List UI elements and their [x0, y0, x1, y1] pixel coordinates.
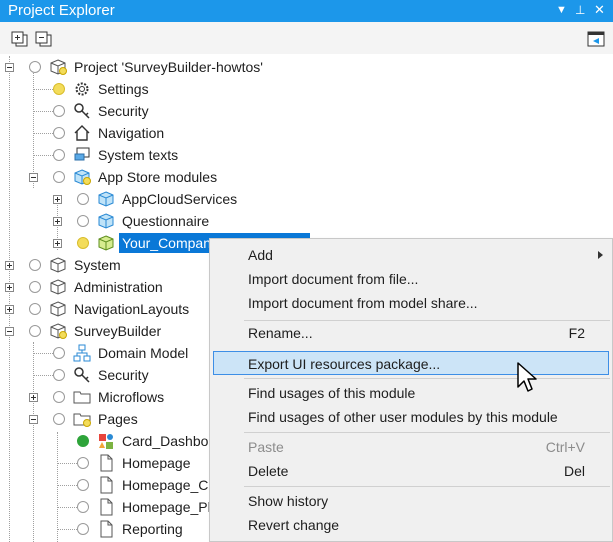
menu-separator: [244, 320, 610, 321]
page-icon: [100, 476, 113, 494]
tree-item-homepage-pho[interactable]: Homepage_Pho: [0, 496, 223, 518]
menu-item-show-history[interactable]: Show history: [213, 490, 609, 512]
status-dot: [29, 281, 41, 293]
gear-icon: [75, 82, 89, 96]
status-dot: [53, 369, 65, 381]
module-box-icon: [50, 257, 66, 273]
status-dot: [29, 325, 41, 337]
panel-title: Project Explorer: [8, 2, 115, 19]
expand-toggle[interactable]: [5, 305, 14, 314]
expand-toggle[interactable]: [53, 195, 62, 204]
expand-toggle[interactable]: [5, 261, 14, 270]
status-dot: [29, 61, 41, 73]
status-dot: [77, 523, 89, 535]
close-icon[interactable]: ✕: [594, 2, 605, 18]
tree-item-security[interactable]: Security: [0, 100, 300, 122]
submenu-arrow-icon: [598, 251, 603, 259]
context-menu: Add Import document from file... Import …: [209, 238, 613, 542]
status-dot: [29, 259, 41, 271]
expand-toggle[interactable]: [53, 239, 62, 248]
collapse-all-icon[interactable]: [35, 31, 53, 47]
key-icon: [74, 367, 90, 383]
status-dot: [77, 457, 89, 469]
menu-item-rename[interactable]: Rename... F2: [213, 322, 609, 344]
menu-separator: [244, 486, 610, 487]
menu-item-revert-change[interactable]: Revert change: [213, 514, 609, 536]
tree-item-settings[interactable]: Settings: [0, 78, 300, 100]
page-icon: [100, 498, 113, 516]
module-box-icon: [50, 323, 67, 339]
expand-toggle[interactable]: [5, 283, 14, 292]
module-box-icon: [50, 279, 66, 295]
home-icon: [74, 125, 90, 141]
menu-separator: [244, 378, 610, 379]
menu-item-paste[interactable]: Paste Ctrl+V: [213, 436, 609, 458]
explorer-toolbar: [0, 22, 613, 54]
collapse-toggle[interactable]: [5, 63, 14, 72]
system-texts-icon: [74, 147, 90, 161]
status-dot: [53, 413, 65, 425]
status-dot: [77, 237, 89, 249]
tree-item-project[interactable]: Project 'SurveyBuilder-howtos': [0, 56, 300, 78]
page-template-icon: [99, 434, 113, 449]
menu-item-find-other-usages[interactable]: Find usages of other user modules by thi…: [213, 406, 609, 428]
tree-item-homepage[interactable]: Homepage: [0, 452, 210, 474]
panel-title-bar: Project Explorer ▼ ⊥ ✕: [0, 0, 613, 22]
status-dot: [53, 149, 65, 161]
menu-separator: [244, 432, 610, 433]
mouse-cursor-icon: [517, 362, 537, 392]
collapse-toggle[interactable]: [5, 327, 14, 336]
menu-item-import-share[interactable]: Import document from model share...: [213, 292, 609, 314]
module-box-icon: [98, 191, 114, 207]
folder-icon: [73, 391, 91, 404]
app-store-box-icon: [74, 169, 91, 185]
sync-icon[interactable]: [587, 31, 605, 47]
menu-item-export-ui-resources[interactable]: Export UI resources package...: [213, 351, 609, 375]
collapse-toggle[interactable]: [29, 173, 38, 182]
tree-item-navigation[interactable]: Navigation: [0, 122, 300, 144]
menu-item-delete[interactable]: Delete Del: [213, 460, 609, 482]
expand-toggle[interactable]: [53, 217, 62, 226]
added-status-icon: [77, 435, 89, 447]
module-box-icon: [98, 213, 114, 229]
expand-toggle[interactable]: [29, 393, 38, 402]
menu-item-add[interactable]: Add: [213, 244, 609, 266]
expand-all-icon[interactable]: [11, 31, 29, 47]
page-icon: [100, 454, 113, 472]
status-dot: [53, 391, 65, 403]
folder-icon: [73, 413, 91, 427]
status-dot: [77, 501, 89, 513]
status-dot: [53, 171, 65, 183]
tree-item-appcloudservices[interactable]: AppCloudServices: [0, 188, 300, 210]
collapse-toggle[interactable]: [29, 415, 38, 424]
status-dot: [77, 479, 89, 491]
status-dot: [53, 127, 65, 139]
domain-model-icon: [73, 344, 91, 362]
module-box-icon: [98, 235, 114, 251]
status-dot: [77, 193, 89, 205]
status-dot: [53, 105, 65, 117]
status-dot: [29, 303, 41, 315]
status-dot: [77, 215, 89, 227]
project-box-icon: [50, 59, 67, 75]
status-dot: [53, 83, 65, 95]
menu-item-find-usages[interactable]: Find usages of this module: [213, 382, 609, 404]
page-icon: [100, 520, 113, 538]
dropdown-icon[interactable]: ▼: [556, 4, 567, 16]
module-box-icon: [50, 301, 66, 317]
status-dot: [53, 347, 65, 359]
tree-item-app-store-modules[interactable]: App Store modules: [0, 166, 300, 188]
tree-item-reporting[interactable]: Reporting: [0, 518, 210, 540]
key-icon: [74, 103, 90, 119]
tree-item-homepage-cre[interactable]: Homepage_Cre: [0, 474, 221, 496]
pin-icon[interactable]: ⊥: [575, 3, 585, 17]
menu-item-import-file[interactable]: Import document from file...: [213, 268, 609, 290]
tree-item-system-texts[interactable]: System texts: [0, 144, 300, 166]
tree-item-card-dashboard[interactable]: Card_Dashboar: [0, 430, 221, 452]
tree-item-questionnaire[interactable]: Questionnaire: [0, 210, 300, 232]
